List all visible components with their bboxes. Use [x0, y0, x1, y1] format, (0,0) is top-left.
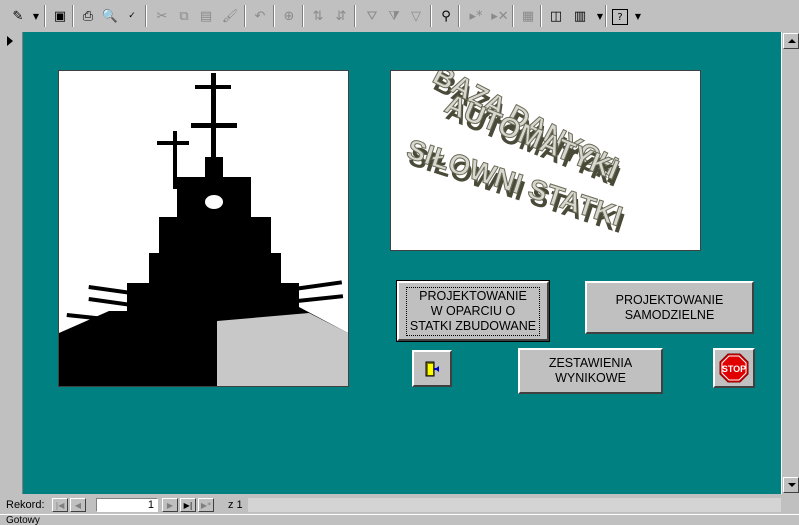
toolbar-separator — [458, 5, 460, 27]
zestawienia-wynikowe-button[interactable]: ZESTAWIENIA WYNIKOWE — [518, 348, 663, 394]
toolbar-separator — [44, 5, 46, 27]
status-bar: Gotowy — [0, 514, 799, 525]
new-object-icon[interactable]: ▥ — [570, 6, 590, 26]
toolbar-separator — [540, 5, 542, 27]
scroll-up-button[interactable] — [783, 33, 799, 49]
help-icon[interactable]: ? — [612, 9, 628, 25]
properties-icon[interactable]: ▦ — [518, 6, 538, 26]
stop-label: STOP — [722, 364, 746, 374]
horizontal-scrollbar[interactable] — [248, 498, 781, 512]
first-record-icon[interactable]: |◀ — [52, 498, 68, 512]
filter-by-form-icon[interactable]: ⧩ — [384, 6, 404, 26]
new-record-icon[interactable]: ▸* — [466, 6, 486, 26]
undo-icon[interactable]: ↶ — [250, 6, 270, 26]
record-label: Rekord: — [6, 499, 45, 511]
exit-door-icon — [425, 361, 439, 376]
paste-icon[interactable]: ▤ — [196, 6, 216, 26]
zestawienia-wynikowe-label: ZESTAWIENIA WYNIKOWE — [548, 356, 633, 385]
stop-sign-icon: STOP — [719, 353, 749, 383]
database-window-icon[interactable]: ◫ — [546, 6, 566, 26]
apply-filter-icon[interactable]: ▽ — [406, 6, 426, 26]
vertical-scrollbar[interactable] — [781, 32, 799, 494]
cut-icon[interactable]: ✂ — [152, 6, 172, 26]
filter-by-selection-icon[interactable]: ⛛ — [362, 6, 382, 26]
stop-button[interactable]: STOP — [713, 348, 755, 388]
title-banner: BAZA DANYCH BAZA DANYCH AUTOMATYKI AUTOM… — [390, 70, 701, 251]
toolbar-separator — [145, 5, 147, 27]
previous-record-icon[interactable]: ◀ — [70, 498, 86, 512]
scroll-down-button[interactable] — [783, 477, 799, 493]
form-area: BAZA DANYCH BAZA DANYCH AUTOMATYKI AUTOM… — [23, 32, 781, 494]
ship-silhouette-icon — [59, 71, 348, 386]
toolbar-separator — [605, 5, 607, 27]
find-icon[interactable]: ⚲ — [436, 6, 456, 26]
save-icon[interactable]: ▣ — [50, 6, 70, 26]
toolbar-separator — [512, 5, 514, 27]
toolbar-separator — [354, 5, 356, 27]
record-navigation: Rekord: |◀ ◀ 1 ▶ ▶| ▶* z 1 — [0, 497, 799, 513]
spelling-icon[interactable]: ✓ — [122, 6, 142, 26]
toolbar-separator — [302, 5, 304, 27]
print-icon[interactable]: ⎙ — [78, 6, 98, 26]
chevron-down-icon[interactable]: ▼ — [628, 6, 648, 26]
record-count: z 1 — [228, 499, 243, 511]
record-number-field[interactable]: 1 — [96, 498, 158, 512]
chevron-down-icon[interactable]: ▼ — [26, 6, 46, 26]
arrow-down-icon — [788, 483, 796, 487]
copy-icon[interactable]: ⧉ — [174, 6, 194, 26]
projektowanie-oparciu-button[interactable]: PROJEKTOWANIE W OPARCIU O STATKI ZBUDOWA… — [396, 280, 550, 342]
insert-hyperlink-icon[interactable]: ⊕ — [279, 6, 299, 26]
next-record-icon[interactable]: ▶ — [162, 498, 178, 512]
sort-ascending-icon[interactable]: ⇅ — [308, 6, 328, 26]
last-record-icon[interactable]: ▶| — [180, 498, 196, 512]
projektowanie-oparciu-label: PROJEKTOWANIE W OPARCIU O STATKI ZBUDOWA… — [405, 286, 541, 336]
print-preview-icon[interactable]: 🔍 — [100, 6, 120, 26]
current-record-icon — [7, 36, 13, 46]
design-view-icon[interactable]: ✎ — [8, 6, 28, 26]
new-record-nav-icon[interactable]: ▶* — [198, 498, 214, 512]
projektowanie-samodzielne-label: PROJEKTOWANIE SAMODZIELNE — [615, 292, 724, 322]
exit-button[interactable] — [412, 350, 452, 387]
toolbar-separator — [72, 5, 74, 27]
format-painter-icon[interactable]: 🖌 — [220, 6, 240, 26]
delete-record-icon[interactable]: ▸✕ — [490, 6, 510, 26]
toolbar: ✎ ▼ ▣ ⎙ 🔍 ✓ ✂ ⧉ ▤ 🖌 ↶ ⊕ ⇅ ⇵ ⛛ ⧩ ▽ ⚲ ▸* ▸… — [0, 0, 799, 33]
toolbar-separator — [430, 5, 432, 27]
record-selector[interactable] — [0, 32, 23, 494]
projektowanie-samodzielne-button[interactable]: PROJEKTOWANIE SAMODZIELNE — [585, 281, 754, 334]
sort-descending-icon[interactable]: ⇵ — [331, 6, 351, 26]
arrow-up-icon — [788, 39, 796, 43]
ship-image — [58, 70, 349, 387]
chevron-down-icon[interactable]: ▼ — [590, 6, 610, 26]
toolbar-separator — [244, 5, 246, 27]
toolbar-separator — [273, 5, 275, 27]
